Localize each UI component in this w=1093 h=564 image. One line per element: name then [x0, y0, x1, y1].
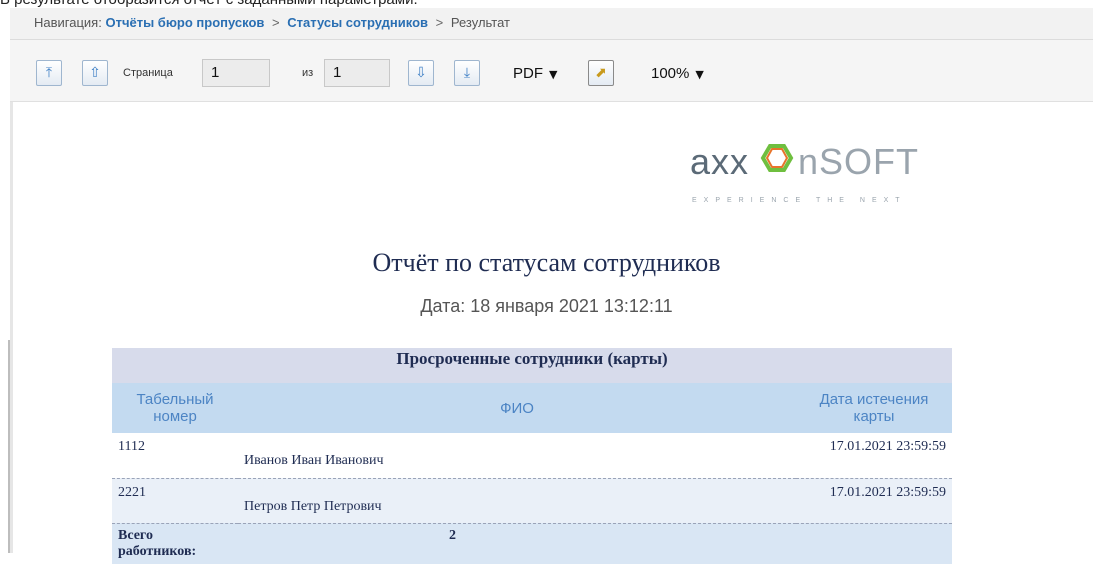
breadcrumb: Навигация: Отчёты бюро пропусков > Стату… [10, 8, 1093, 40]
chevron-down-icon: ▼ [695, 68, 704, 81]
cell-id: 2221 [112, 478, 238, 524]
section-title: Просроченные сотрудники (карты) [112, 348, 952, 383]
report-toolbar: ⤒ ⇧ Страница 1 из 1 ⇩ ⤓ PDF ▼ ⬈ 100% ▼ [10, 40, 1093, 102]
page-label: Страница [123, 67, 173, 79]
scroll-divider [8, 340, 10, 553]
company-logo: axx nSOFT EXPERIENCE THE NEXT [690, 140, 960, 215]
export-button[interactable]: ⬈ [588, 60, 614, 86]
breadcrumb-link-statuses[interactable]: Статусы сотрудников [287, 15, 428, 30]
next-page-button[interactable]: ⇩ [408, 60, 434, 86]
first-page-icon: ⤒ [45, 65, 53, 81]
cell-name: Петров Петр Петрович [238, 478, 796, 524]
breadcrumb-separator: > [435, 15, 444, 30]
zoom-value: 100% [651, 65, 690, 82]
of-label: из [302, 67, 314, 79]
report-title: Отчёт по статусам сотрудников [372, 248, 721, 277]
last-page-button[interactable]: ⤓ [454, 60, 480, 86]
report-table: Просроченные сотрудники (карты) Табельны… [112, 348, 952, 564]
breadcrumb-link-reports[interactable]: Отчёты бюро пропусков [105, 15, 264, 30]
total-pages-field: 1 [324, 59, 390, 87]
cell-expiry: 17.01.2021 23:59:59 [796, 478, 952, 524]
zoom-select[interactable]: 100% ▼ [646, 59, 732, 87]
breadcrumb-separator: > [272, 15, 280, 30]
export-icon: ⬈ [595, 65, 607, 81]
column-header-expiry: Дата истечения карты [796, 383, 952, 433]
format-value: PDF [513, 65, 543, 82]
total-value: 2 [238, 523, 796, 564]
svg-text:nSOFT: nSOFT [798, 141, 919, 182]
cell-expiry: 17.01.2021 23:59:59 [796, 433, 952, 479]
previous-page-icon: ⇧ [89, 65, 101, 81]
report-frame-border [10, 102, 13, 553]
breadcrumb-label: Навигация: [34, 15, 102, 30]
cell-id: 1112 [112, 433, 238, 479]
total-empty-cell [796, 523, 952, 564]
report-date: Дата: 18 января 2021 13:12:11 [420, 296, 673, 316]
page-number-input[interactable]: 1 [202, 59, 270, 87]
axxonsoft-logo-graphic: axx nSOFT EXPERIENCE THE NEXT [690, 141, 919, 204]
breadcrumb-current: Результат [450, 15, 511, 30]
column-header-name: ФИО [238, 383, 796, 433]
format-select[interactable]: PDF ▼ [508, 59, 580, 87]
next-page-icon: ⇩ [415, 65, 427, 81]
column-header-id: Табельный номер [112, 383, 238, 433]
total-label: Всего работников: [112, 523, 238, 564]
table-row: 2221 Петров Петр Петрович 17.01.2021 23:… [112, 478, 952, 524]
cell-name: Иванов Иван Иванович [238, 433, 796, 479]
chevron-down-icon: ▼ [549, 68, 558, 81]
previous-page-button[interactable]: ⇧ [82, 60, 108, 86]
table-row: 1112 Иванов Иван Иванович 17.01.2021 23:… [112, 433, 952, 479]
total-row: Всего работников: 2 [112, 523, 952, 564]
first-page-button[interactable]: ⤒ [36, 60, 62, 86]
last-page-icon: ⤓ [463, 65, 471, 81]
svg-text:axx: axx [690, 141, 749, 182]
svg-text:EXPERIENCE THE NEXT: EXPERIENCE THE NEXT [692, 197, 907, 204]
